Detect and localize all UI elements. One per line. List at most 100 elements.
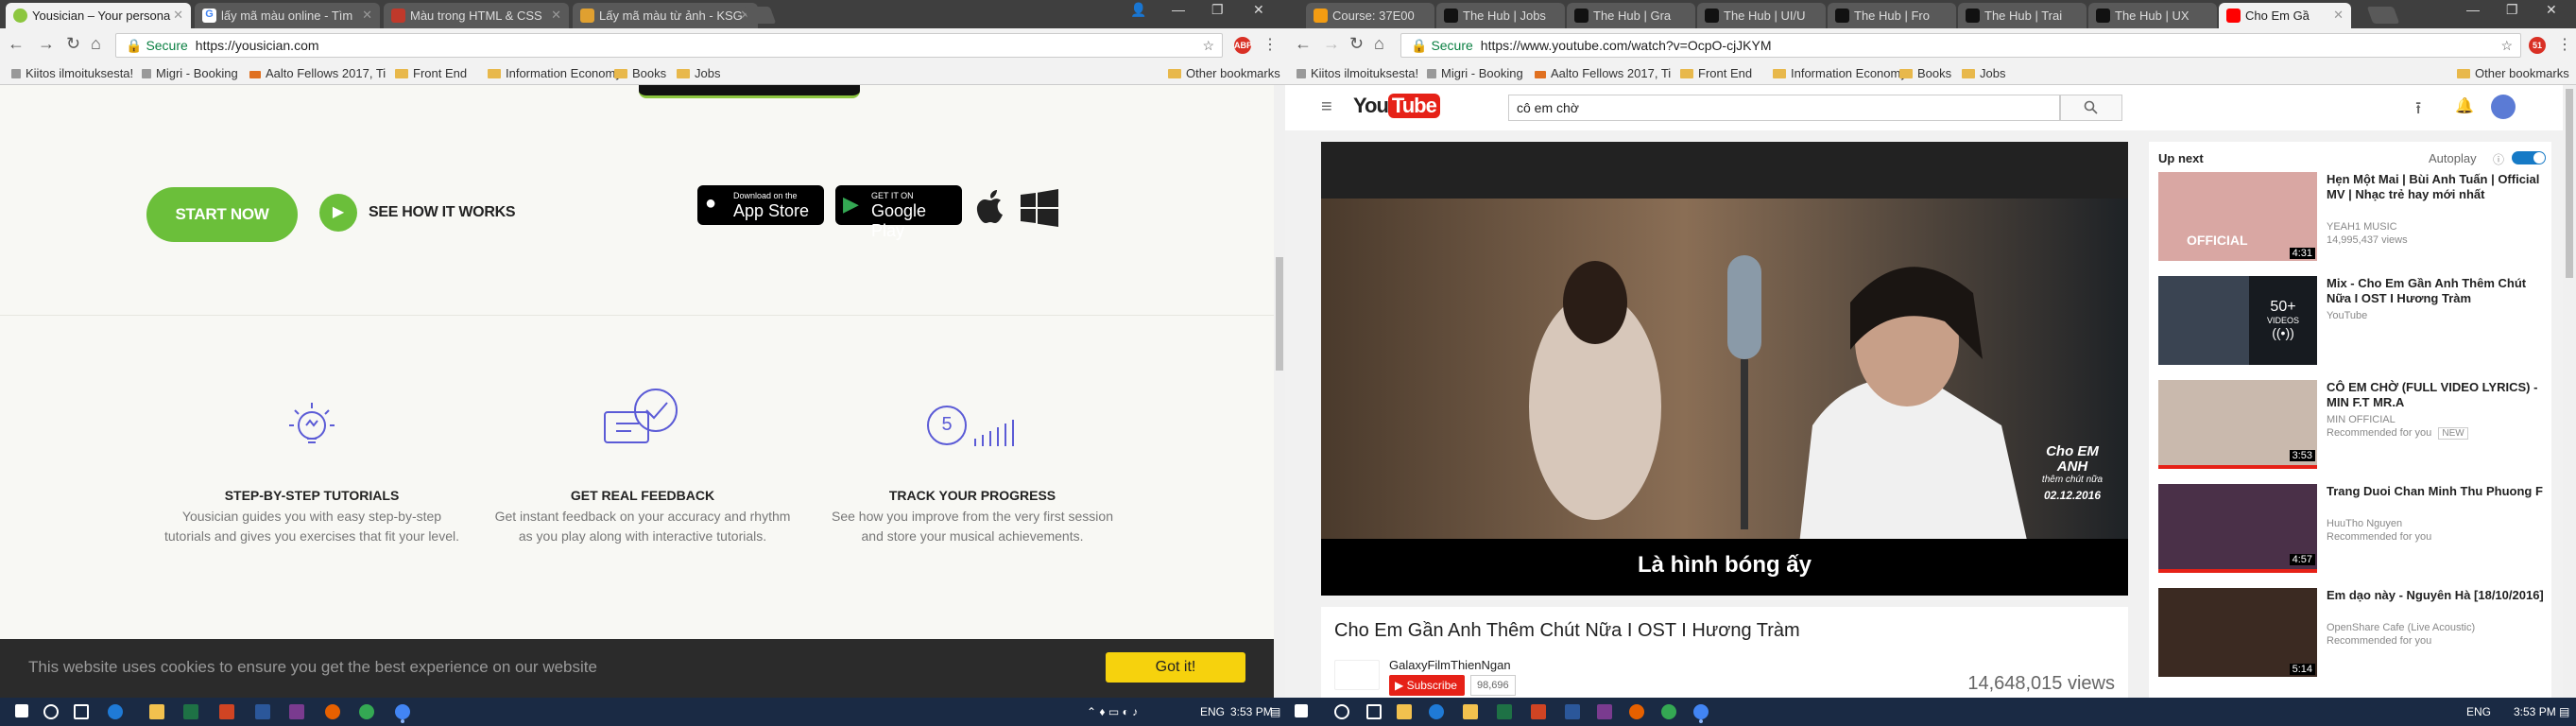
restore-icon[interactable]: ❐ xyxy=(1211,2,1224,18)
scrollbar-thumb[interactable] xyxy=(2566,89,2573,278)
profile-icon[interactable]: 👤 xyxy=(1130,2,1146,18)
star-icon[interactable]: ☆ xyxy=(2500,34,2513,57)
sidebar-video-item[interactable]: 3:53 CÔ EM CHỜ (FULL VIDEO LYRICS) - MIN… xyxy=(2158,380,2546,471)
task-view-icon[interactable] xyxy=(1366,704,1382,719)
bookmark-folder[interactable]: Books xyxy=(1899,66,1951,80)
bookmark-folder[interactable]: Information Economy xyxy=(1773,66,1907,80)
task-view-icon[interactable] xyxy=(74,704,89,719)
windows-logo-icon[interactable] xyxy=(1021,189,1058,227)
close-icon[interactable]: ✕ xyxy=(362,8,372,23)
tab-hub-uiu[interactable]: The Hub | UI/U xyxy=(1697,3,1826,28)
app-icon[interactable] xyxy=(1597,704,1612,719)
forward-icon[interactable]: → xyxy=(38,34,55,54)
minimize-icon[interactable]: — xyxy=(1172,2,1185,17)
back-icon[interactable]: ← xyxy=(8,34,25,54)
menu-icon[interactable]: ⋮ xyxy=(2557,35,2572,54)
chrome-icon[interactable] xyxy=(359,704,374,719)
excel-icon[interactable] xyxy=(1497,704,1512,719)
other-bookmarks[interactable]: Other bookmarks xyxy=(1168,66,1280,80)
chrome-active-icon[interactable] xyxy=(1693,704,1709,719)
back-icon[interactable]: ← xyxy=(1295,34,1312,54)
bookmark-item[interactable]: Kiitos ilmoituksesta! xyxy=(11,66,133,80)
firefox-icon[interactable] xyxy=(1629,704,1644,719)
clock[interactable]: 3:53 PM xyxy=(2514,705,2556,718)
channel-name[interactable]: GalaxyFilmThienNgan xyxy=(1389,658,1511,672)
scrollbar-thumb[interactable] xyxy=(1276,257,1283,371)
explorer-icon[interactable] xyxy=(1463,704,1478,719)
excel-icon[interactable] xyxy=(183,704,198,719)
home-icon[interactable]: ⌂ xyxy=(91,34,101,54)
upload-icon[interactable]: ⭱ xyxy=(2415,96,2421,125)
powerpoint-icon[interactable] xyxy=(1531,704,1546,719)
chrome-icon[interactable] xyxy=(1661,704,1676,719)
close-window-icon[interactable]: ✕ xyxy=(1253,2,1264,18)
chrome-active-icon[interactable] xyxy=(395,704,410,719)
close-window-icon[interactable]: ✕ xyxy=(2546,2,2557,18)
bookmark-folder[interactable]: Jobs xyxy=(1962,66,2005,80)
bookmark-item[interactable]: Migri - Booking xyxy=(1427,66,1523,80)
explorer-icon[interactable] xyxy=(149,704,164,719)
tab-hub-ux[interactable]: The Hub | UX xyxy=(2088,3,2217,28)
bookmark-item[interactable]: Aalto Fellows 2017, Ti xyxy=(1535,66,1671,80)
language-indicator[interactable]: ENG xyxy=(1200,705,1225,718)
store-icon[interactable] xyxy=(1397,704,1412,719)
tab-hub-jobs[interactable]: The Hub | Jobs xyxy=(1436,3,1565,28)
bookmark-folder[interactable]: Front End xyxy=(1680,66,1752,80)
tab-hub-fro[interactable]: The Hub | Fro xyxy=(1828,3,1956,28)
tab-hub-trai[interactable]: The Hub | Trai xyxy=(1958,3,2087,28)
info-icon[interactable]: ⓘ xyxy=(2493,151,2504,167)
menu-icon[interactable]: ⋮ xyxy=(1262,35,1278,54)
forward-icon[interactable]: → xyxy=(1323,34,1340,54)
star-icon[interactable]: ☆ xyxy=(1202,34,1214,57)
home-icon[interactable]: ⌂ xyxy=(1374,34,1384,54)
tab-youtube[interactable]: Cho Em Gầ ✕ xyxy=(2219,3,2351,28)
tab-course[interactable]: Course: 37E00 xyxy=(1306,3,1434,28)
clock[interactable]: 3:53 PM xyxy=(1230,705,1273,718)
new-tab-button[interactable] xyxy=(2366,7,2400,24)
word-icon[interactable] xyxy=(1565,704,1580,719)
bookmark-item[interactable]: Aalto Fellows 2017, Ti xyxy=(249,66,386,80)
other-bookmarks[interactable]: Other bookmarks xyxy=(2457,66,2569,80)
channel-avatar[interactable] xyxy=(1334,660,1380,690)
extension-icon[interactable]: ABP xyxy=(1234,37,1252,54)
video-player[interactable]: Cho EM ANH thêm chút nữa 02.12.2016 Là h… xyxy=(1321,142,2128,596)
close-icon[interactable]: ✕ xyxy=(551,8,561,23)
bookmark-folder[interactable]: Jobs xyxy=(677,66,720,80)
powerpoint-icon[interactable] xyxy=(219,704,234,719)
tab-lay-ma-mau[interactable]: G lấy mã màu online - Tìm ✕ xyxy=(195,3,380,28)
close-icon[interactable]: ✕ xyxy=(2333,8,2344,23)
notification-icon[interactable]: ▤ xyxy=(1270,705,1280,718)
bookmark-item[interactable]: Kiitos ilmoituksesta! xyxy=(1297,66,1418,80)
windows-start-icon[interactable] xyxy=(15,704,28,717)
language-indicator[interactable]: ENG xyxy=(2466,705,2491,718)
reload-icon[interactable]: ↻ xyxy=(66,34,80,54)
sidebar-video-item[interactable]: OFFICIAL 4:31 Hẹn Một Mai | Bùi Anh Tuấn… xyxy=(2158,172,2546,263)
extension-badge-icon[interactable]: 51 xyxy=(2529,37,2546,54)
word-icon[interactable] xyxy=(255,704,270,719)
sidebar-video-item[interactable]: 50+ VIDEOS ((•)) Mix - Cho Em Gần Anh Th… xyxy=(2158,276,2546,367)
subscribe-button[interactable]: ▶ Subscribe xyxy=(1389,675,1465,696)
search-input[interactable]: cô em chờ xyxy=(1508,95,2060,121)
bookmark-folder[interactable]: Books xyxy=(614,66,666,80)
edge-icon[interactable] xyxy=(1429,704,1444,719)
search-button[interactable] xyxy=(2060,95,2122,121)
youtube-logo[interactable]: You Tube xyxy=(1353,94,1440,122)
bookmark-folder[interactable]: Front End xyxy=(395,66,467,80)
bookmark-folder[interactable]: Information Economy xyxy=(488,66,622,80)
close-icon[interactable]: ✕ xyxy=(173,8,183,23)
got-it-button[interactable]: Got it! xyxy=(1106,652,1245,683)
avatar[interactable] xyxy=(2491,95,2516,119)
sidebar-video-item[interactable]: 4:57 Trang Duoi Chan Minh Thu Phuong F H… xyxy=(2158,484,2546,575)
apple-logo-icon[interactable] xyxy=(975,187,1007,225)
page-scrollbar[interactable] xyxy=(2563,85,2576,698)
firefox-icon[interactable] xyxy=(325,704,340,719)
tab-lay-ma-mau-tu-anh[interactable]: Lấy mã màu từ ảnh - KSG ✕ xyxy=(573,3,758,28)
minimize-icon[interactable]: — xyxy=(2466,2,2480,17)
reload-icon[interactable]: ↻ xyxy=(1349,34,1364,54)
tray-icons[interactable]: ⌃ ♦ ▭ ◐ ♪ xyxy=(1087,705,1138,718)
restore-icon[interactable]: ❐ xyxy=(2506,2,2518,18)
tab-yousician[interactable]: Yousician – Your persona ✕ xyxy=(6,3,191,28)
sidebar-video-item[interactable]: 5:14 Em dạo này - Nguyên Hà [18/10/2016]… xyxy=(2158,588,2546,679)
tab-hub-gra[interactable]: The Hub | Gra xyxy=(1567,3,1695,28)
omnibox[interactable]: 🔒 Secure https://yousician.com ☆ xyxy=(115,33,1223,58)
